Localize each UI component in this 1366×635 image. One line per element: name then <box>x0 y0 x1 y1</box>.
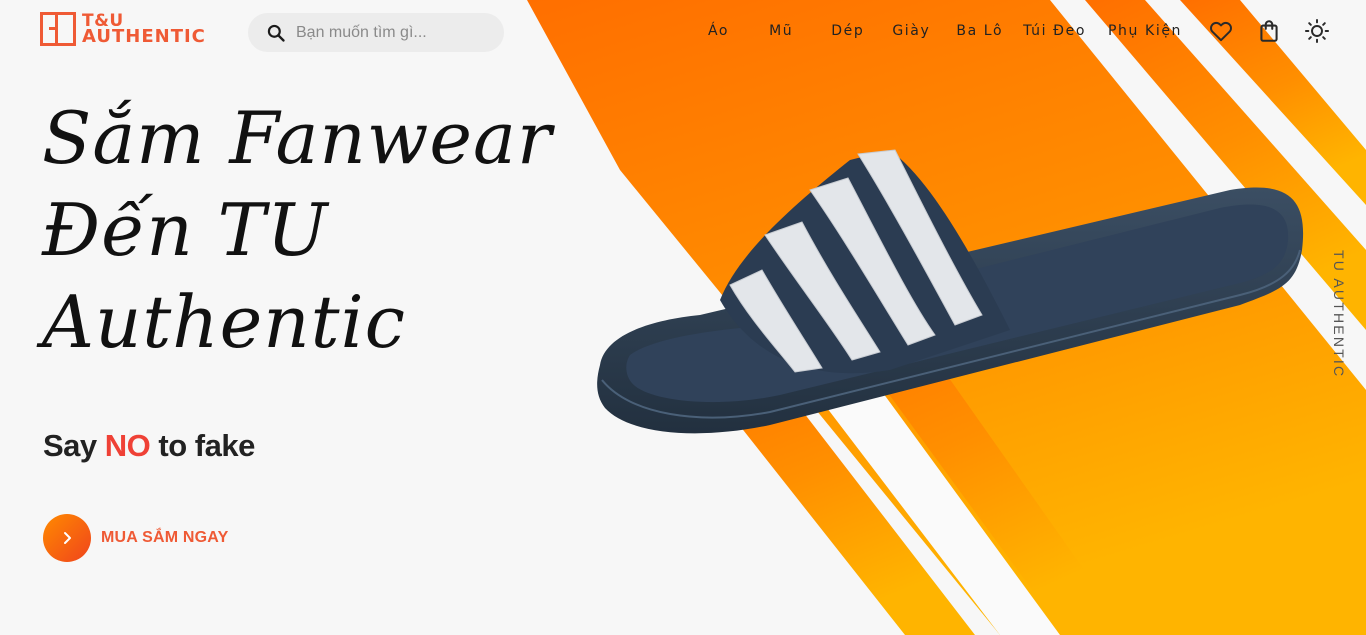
vertical-brand-text: TU AUTHENTIC <box>1331 250 1347 379</box>
cta-circle[interactable] <box>43 514 91 562</box>
header-actions <box>1208 18 1330 44</box>
hero-title-line-3: Authentic <box>42 280 406 364</box>
tagline-before: Say <box>43 428 105 463</box>
product-slide-sandal-image[interactable] <box>590 140 1310 450</box>
site-header: T&U AUTHENTIC Áo Mũ Dép Giày Ba Lô Túi Đ… <box>0 0 1366 64</box>
nav-item-phu-kien[interactable]: Phụ Kiện <box>1108 20 1182 42</box>
logo-text: T&U AUTHENTIC <box>82 13 206 47</box>
tagline-accent: NO <box>104 428 151 463</box>
nav-item-dep[interactable]: Dép <box>831 20 864 42</box>
logo-line-2: AUTHENTIC <box>82 26 206 47</box>
hero-title-line-1: Sắm Fanwear <box>42 96 553 180</box>
nav-item-ba-lo[interactable]: Ba Lô <box>956 20 1003 42</box>
search-input[interactable] <box>296 23 496 42</box>
shopping-bag-icon[interactable] <box>1256 18 1282 44</box>
brand-logo[interactable]: T&U AUTHENTIC <box>40 12 206 46</box>
hero-title-line-2: Đến TU <box>42 188 329 272</box>
hero-tagline: Say NO to fake <box>43 428 255 464</box>
nav-item-giay[interactable]: Giày <box>892 20 930 42</box>
sun-icon[interactable] <box>1304 18 1330 44</box>
shop-now-label[interactable]: MUA SẮM NGAY <box>101 529 228 547</box>
shop-now-button[interactable]: MUA SẮM NGAY <box>43 514 228 562</box>
logo-mark-icon <box>40 12 76 46</box>
nav-item-mu[interactable]: Mũ <box>769 20 793 42</box>
heart-icon[interactable] <box>1208 18 1234 44</box>
tagline-after: to fake <box>150 428 255 463</box>
chevron-right-icon <box>64 532 71 544</box>
search-bar[interactable] <box>248 13 504 52</box>
hero-title: Sắm Fanwear Đến TU Authentic <box>42 92 552 368</box>
nav-item-tui-deo[interactable]: Túi Đeo <box>1023 20 1086 42</box>
search-icon[interactable] <box>266 23 286 43</box>
main-nav: Áo Mũ Dép Giày Ba Lô Túi Đeo Phụ Kiện <box>700 20 1182 42</box>
nav-item-ao[interactable]: Áo <box>708 20 729 42</box>
